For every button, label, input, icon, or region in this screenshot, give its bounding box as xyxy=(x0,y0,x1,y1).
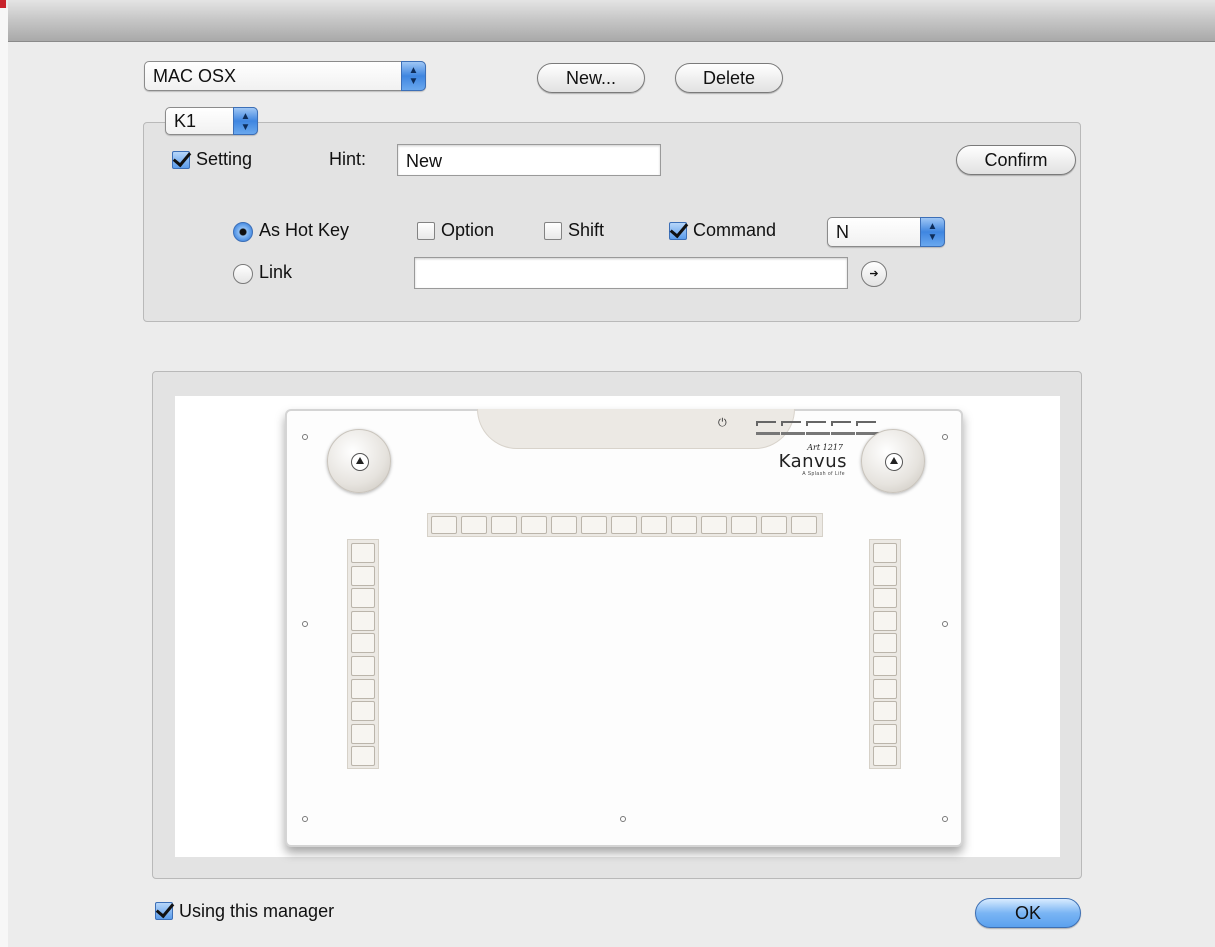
tablet-led xyxy=(756,421,780,437)
hint-input[interactable]: New xyxy=(397,144,661,176)
tablet-side-hotkey[interactable] xyxy=(351,723,375,744)
tablet-top-hotkey[interactable] xyxy=(761,516,787,534)
tablet-side-hotkey[interactable] xyxy=(351,746,375,767)
power-icon: ⏻ xyxy=(718,417,727,429)
screw xyxy=(942,816,948,822)
chevron-updown-icon: ▲ ▼ xyxy=(920,217,945,247)
tablet-side-hotkey[interactable] xyxy=(351,565,375,586)
left-hotkey-column xyxy=(347,539,379,769)
key-number-select-value: K1 xyxy=(174,111,197,131)
right-hotkey-column xyxy=(869,539,901,769)
tablet-top-hotkey[interactable] xyxy=(611,516,637,534)
tablet-top-bar: ⏻ xyxy=(477,409,880,449)
tablet-led xyxy=(806,421,830,437)
tablet-side-hotkey[interactable] xyxy=(351,588,375,609)
screw xyxy=(942,434,948,440)
setting-checkbox[interactable] xyxy=(172,151,190,169)
tablet-top-hotkey[interactable] xyxy=(791,516,817,534)
tablet-top-hotkey[interactable] xyxy=(521,516,547,534)
brand-logo: Art 1217 Kanvus A Splash of Life xyxy=(769,443,847,481)
left-dial[interactable] xyxy=(327,429,391,493)
screw xyxy=(942,621,948,627)
tablet-side-hotkey[interactable] xyxy=(873,678,897,699)
tablet-top-hotkey[interactable] xyxy=(491,516,517,534)
chevron-updown-icon: ▲ ▼ xyxy=(233,107,258,135)
profile-select[interactable]: MAC OSX ▲ ▼ xyxy=(144,61,426,91)
tablet-top-hotkey[interactable] xyxy=(641,516,667,534)
profile-select-value: MAC OSX xyxy=(153,66,237,86)
tablet-top-hotkey[interactable] xyxy=(731,516,757,534)
tablet-image: ⏻ Art 1217 Kanvus A Splash of Life xyxy=(285,409,963,847)
hint-label: Hint: xyxy=(329,149,367,169)
brand-tagline: A Splash of Life xyxy=(802,471,845,477)
new-button[interactable]: New... xyxy=(537,63,645,93)
command-label: Command xyxy=(693,220,777,240)
tablet-side-hotkey[interactable] xyxy=(873,656,897,676)
command-checkbox[interactable] xyxy=(669,222,687,240)
tablet-side-hotkey[interactable] xyxy=(873,701,897,722)
delete-button[interactable]: Delete xyxy=(675,63,783,93)
screw xyxy=(302,816,308,822)
left-edge xyxy=(0,8,8,947)
link-label: Link xyxy=(259,262,293,282)
key-select-value: N xyxy=(836,222,849,242)
using-manager-label: Using this manager xyxy=(179,901,335,921)
tablet-top-hotkey[interactable] xyxy=(701,516,727,534)
chevron-updown-icon: ▲ ▼ xyxy=(401,61,426,91)
tablet-leds xyxy=(756,421,880,437)
main-content: MAC OSX ▲ ▼ New... Delete Setting Hint: N… xyxy=(8,43,1215,947)
tablet-led xyxy=(781,421,805,437)
tablet-side-hotkey[interactable] xyxy=(351,678,375,699)
tablet-side-hotkey[interactable] xyxy=(351,656,375,676)
tablet-side-hotkey[interactable] xyxy=(351,701,375,722)
as-hot-key-label: As Hot Key xyxy=(259,220,350,240)
using-manager-checkbox[interactable] xyxy=(155,902,173,920)
tablet-top-hotkey[interactable] xyxy=(551,516,577,534)
tablet-side-hotkey[interactable] xyxy=(873,746,897,767)
tablet-top-hotkey[interactable] xyxy=(461,516,487,534)
shift-label: Shift xyxy=(568,220,605,240)
tablet-top-hotkey[interactable] xyxy=(581,516,607,534)
key-number-select[interactable]: K1 ▲ ▼ xyxy=(165,107,258,135)
key-select[interactable]: N ▲ ▼ xyxy=(827,217,945,247)
tablet-side-hotkey[interactable] xyxy=(873,633,897,654)
tablet-side-hotkey[interactable] xyxy=(873,723,897,744)
arrow-right-icon[interactable]: ➔ xyxy=(861,261,887,287)
setting-label: Setting xyxy=(196,149,253,169)
screw xyxy=(302,434,308,440)
top-hotkey-row xyxy=(427,513,823,537)
hint-input-value: New xyxy=(406,151,443,171)
brand-name: Kanvus xyxy=(778,451,847,472)
tablet-side-hotkey[interactable] xyxy=(873,565,897,586)
ok-button[interactable]: OK xyxy=(975,898,1081,928)
key-settings-box: Setting Hint: New Confirm As Hot Key Opt… xyxy=(143,122,1081,322)
option-label: Option xyxy=(441,220,495,240)
tablet-led xyxy=(831,421,855,437)
as-hot-key-radio[interactable] xyxy=(233,222,253,242)
window-close-dot[interactable] xyxy=(0,0,6,8)
link-radio[interactable] xyxy=(233,264,253,284)
option-checkbox[interactable] xyxy=(417,222,435,240)
shift-checkbox[interactable] xyxy=(544,222,562,240)
tablet-side-hotkey[interactable] xyxy=(873,610,897,631)
tablet-side-hotkey[interactable] xyxy=(351,633,375,654)
tablet-top-hotkey[interactable] xyxy=(671,516,697,534)
right-dial[interactable] xyxy=(861,429,925,493)
tablet-preview: ⏻ Art 1217 Kanvus A Splash of Life xyxy=(175,396,1060,857)
title-bar xyxy=(8,0,1215,42)
tablet-side-hotkey[interactable] xyxy=(873,588,897,609)
confirm-button[interactable]: Confirm xyxy=(956,145,1076,175)
link-input[interactable] xyxy=(414,257,848,289)
tablet-side-hotkey[interactable] xyxy=(351,543,375,563)
tablet-top-hotkey[interactable] xyxy=(431,516,457,534)
screw xyxy=(620,816,626,822)
screw xyxy=(302,621,308,627)
tablet-side-hotkey[interactable] xyxy=(351,610,375,631)
tablet-side-hotkey[interactable] xyxy=(873,543,897,563)
